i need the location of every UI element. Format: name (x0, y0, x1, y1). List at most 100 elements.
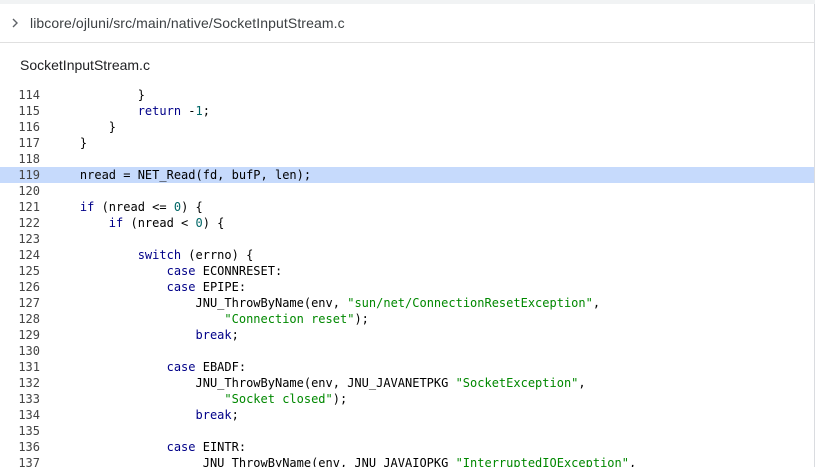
code-line[interactable]: 121 if (nread <= 0) { (0, 199, 814, 215)
code-text: JNU_ThrowByName(env, JNU_JAVANETPKG "Soc… (51, 375, 586, 391)
code-token: JNU_ThrowByName(env, JNU_JAVANETPKG (51, 376, 456, 390)
code-line[interactable]: 118 (0, 151, 814, 167)
code-token: ) { (202, 216, 225, 230)
code-token: (errno) { (181, 248, 254, 262)
code-token: , (592, 296, 601, 310)
code-token: JNU_ThrowByName(env, (51, 296, 348, 310)
code-token: , (578, 376, 586, 390)
line-number[interactable]: 129 (0, 327, 40, 343)
line-number[interactable]: 123 (0, 231, 40, 247)
code-line[interactable]: 122 if (nread < 0) { (0, 215, 814, 231)
code-text: case EPIPE: (51, 279, 246, 295)
code-text: } (51, 119, 116, 135)
code-line[interactable]: 136 case EINTR: (0, 439, 814, 455)
code-line[interactable]: 131 case EBADF: (0, 359, 814, 375)
code-line[interactable]: 127 JNU_ThrowByName(env, "sun/net/Connec… (0, 295, 814, 311)
line-number[interactable]: 119 (0, 167, 40, 183)
code-token: case (166, 264, 196, 278)
code-area: 114 } 115 return -1; 116 } 117 } 118 119 nrea… (0, 87, 814, 467)
code-token: ; (202, 104, 210, 118)
line-number[interactable]: 130 (0, 343, 40, 359)
line-number[interactable]: 117 (0, 135, 40, 151)
code-token: case (166, 360, 196, 374)
code-line[interactable]: 128 "Connection reset"); (0, 311, 814, 327)
chevron-right-icon[interactable] (2, 18, 28, 28)
code-token: "SocketException" (455, 376, 579, 390)
code-token: return (137, 104, 182, 118)
line-number[interactable]: 125 (0, 263, 40, 279)
code-text: if (nread < 0) { (51, 215, 225, 231)
code-line[interactable]: 132 JNU_ThrowByName(env, JNU_JAVANETPKG … (0, 375, 814, 391)
code-token: ) { (181, 200, 203, 214)
line-number[interactable]: 132 (0, 375, 40, 391)
code-text: return -1; (51, 103, 210, 119)
code-token: if (79, 200, 95, 214)
code-token: EINTR: (195, 440, 247, 454)
code-line[interactable]: 135 (0, 423, 814, 439)
code-token: if (108, 216, 124, 230)
line-number[interactable]: 136 (0, 439, 40, 455)
code-token: - (181, 104, 196, 118)
code-line[interactable]: 116 } (0, 119, 814, 135)
code-line[interactable]: 130 (0, 343, 814, 359)
code-line[interactable]: 129 break; (0, 327, 814, 343)
chevron-right-icon-glyph (12, 18, 18, 28)
code-text: JNU_ThrowByName(env, "sun/net/Connection… (51, 295, 600, 311)
code-token: } (51, 88, 145, 102)
code-token: , (628, 456, 637, 467)
line-number[interactable]: 124 (0, 247, 40, 263)
code-token: 1 (195, 104, 203, 118)
code-token: "Connection reset" (224, 312, 355, 326)
line-number[interactable]: 120 (0, 183, 40, 199)
line-number[interactable]: 126 (0, 279, 40, 295)
code-line[interactable]: 120 (0, 183, 814, 199)
line-number[interactable]: 118 (0, 151, 40, 167)
code-line[interactable]: 117 } (0, 135, 814, 151)
line-number[interactable]: 134 (0, 407, 40, 423)
code-line-highlighted[interactable]: 119 nread = NET_Read(fd, bufP, len); (0, 167, 814, 183)
line-number[interactable]: 122 (0, 215, 40, 231)
code-token: "InterruptedIOException" (455, 456, 629, 467)
file-title: SocketInputStream.c (20, 57, 150, 73)
code-line[interactable]: 124 switch (errno) { (0, 247, 814, 263)
code-line[interactable]: 126 case EPIPE: (0, 279, 814, 295)
code-token: break (195, 328, 232, 342)
breadcrumb[interactable]: libcore/ojluni/src/main/native/SocketInp… (30, 15, 345, 31)
line-number[interactable]: 115 (0, 103, 40, 119)
code-token: ); (354, 312, 369, 326)
code-line[interactable]: 125 case ECONNRESET: (0, 263, 814, 279)
line-number[interactable]: 135 (0, 423, 40, 439)
code-line[interactable]: 123 (0, 231, 814, 247)
code-line[interactable]: 115 return -1; (0, 103, 814, 119)
line-number[interactable]: 128 (0, 311, 40, 327)
line-number[interactable]: 114 (0, 87, 40, 103)
code-token: case (166, 440, 196, 454)
code-token: "sun/net/ConnectionResetException" (347, 296, 593, 310)
code-token: ; (231, 408, 239, 422)
code-text: case EBADF: (51, 359, 246, 375)
line-number[interactable]: 127 (0, 295, 40, 311)
line-number[interactable]: 121 (0, 199, 40, 215)
code-line[interactable]: 137 JNU_ThrowByName(env, JNU_JAVAIOPKG "… (0, 455, 814, 467)
line-number[interactable]: 116 (0, 119, 40, 135)
line-number[interactable]: 137 (0, 455, 40, 467)
code-text: } (51, 87, 145, 103)
code-text: if (nread <= 0) { (51, 199, 203, 215)
line-number[interactable]: 131 (0, 359, 40, 375)
code-text: switch (errno) { (51, 247, 254, 263)
code-line[interactable]: 133 "Socket closed"); (0, 391, 814, 407)
line-number[interactable]: 133 (0, 391, 40, 407)
code-line[interactable]: 134 break; (0, 407, 814, 423)
code-text: case EINTR: (51, 439, 246, 455)
code-text: case ECONNRESET: (51, 263, 283, 279)
code-line[interactable]: 114 } (0, 87, 814, 103)
code-token: EPIPE: (195, 280, 247, 294)
